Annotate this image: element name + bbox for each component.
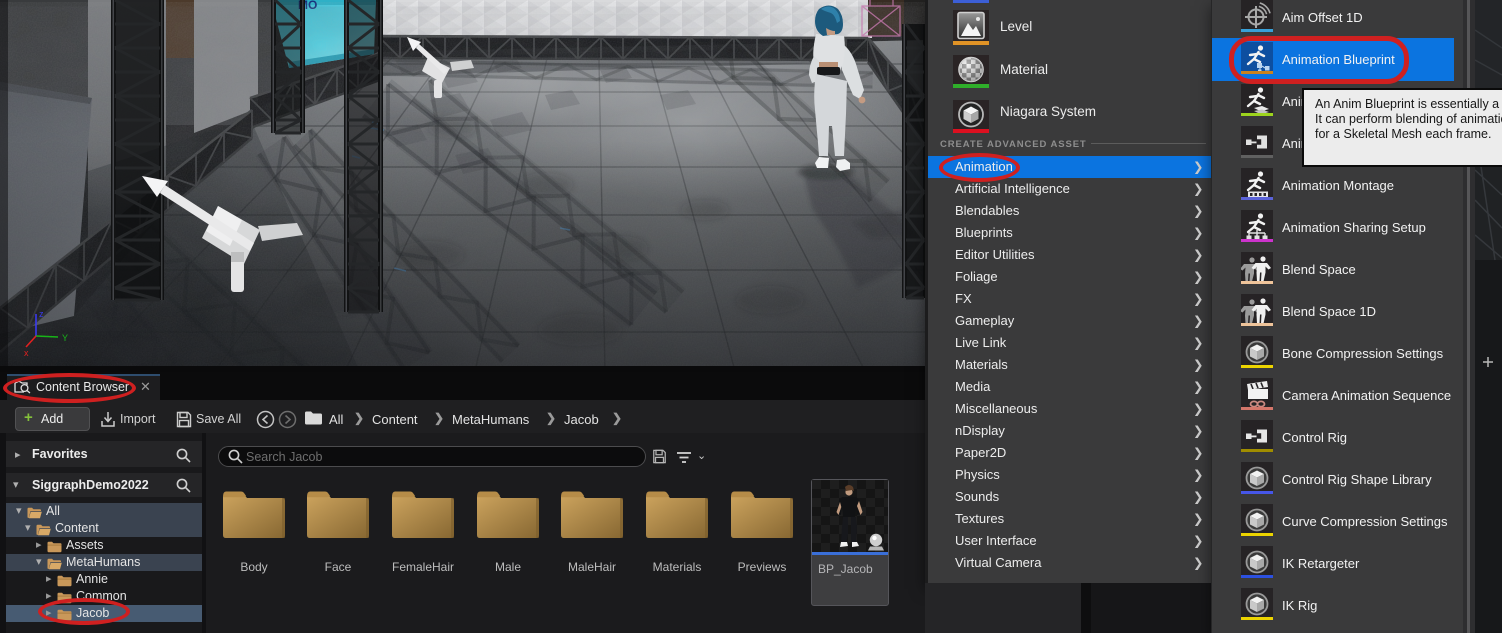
svg-text:Y: Y — [62, 333, 68, 343]
svg-text:x: x — [24, 348, 29, 358]
svg-text:z: z — [39, 309, 44, 319]
